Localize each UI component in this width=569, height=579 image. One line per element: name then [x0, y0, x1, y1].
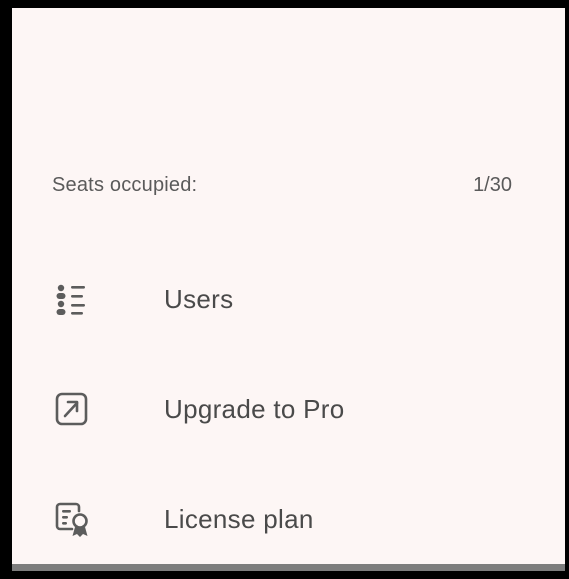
menu-item-upgrade-to-pro[interactable]: Upgrade to Pro	[44, 380, 464, 438]
seats-occupied-label: Seats occupied:	[52, 174, 198, 196]
seats-occupied-value: 1/30	[473, 174, 512, 196]
license-certificate-icon	[52, 502, 92, 538]
external-arrow-icon	[52, 392, 92, 428]
menu-item-upgrade-label: Upgrade to Pro	[164, 394, 345, 424]
panel-bottom-border	[12, 564, 565, 571]
menu-item-license-label: License plan	[164, 504, 314, 534]
menu-item-users[interactable]: Users	[44, 270, 464, 328]
menu-item-users-label: Users	[164, 284, 234, 314]
seats-occupied-row: Seats occupied: 1/30	[52, 170, 512, 200]
user-list-icon	[52, 282, 92, 318]
menu-item-license-plan[interactable]: License plan	[44, 490, 464, 548]
